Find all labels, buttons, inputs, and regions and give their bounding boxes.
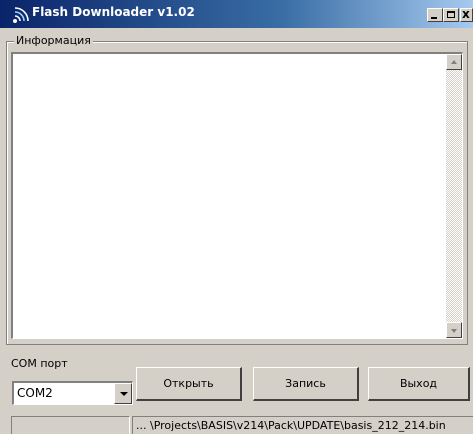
chevron-down-icon — [120, 392, 128, 396]
open-button[interactable]: Открыть — [136, 367, 242, 401]
close-icon: x — [462, 7, 470, 21]
signal-waves-icon — [13, 7, 29, 23]
info-group-label: Информация — [14, 34, 93, 47]
title-bar[interactable]: Flash Downloader v1.02 x — [0, 0, 473, 28]
scroll-down-button[interactable] — [446, 322, 462, 338]
arrow-down-icon — [451, 329, 457, 333]
exit-button[interactable]: Выход — [368, 367, 470, 401]
maximize-icon — [447, 11, 455, 18]
minimize-button[interactable] — [427, 8, 443, 22]
vertical-scrollbar[interactable] — [446, 54, 462, 338]
com-port-dropdown-button[interactable] — [114, 383, 132, 404]
com-port-value: COM2 — [17, 386, 53, 400]
info-textarea[interactable] — [11, 52, 463, 339]
minimize-icon — [431, 17, 437, 19]
write-button[interactable]: Запись — [253, 367, 359, 401]
status-file-path: ... \Projects\BASIS\v214\Pack\UPDATE\bas… — [132, 416, 473, 434]
maximize-button[interactable] — [443, 8, 459, 22]
com-port-select[interactable]: COM2 — [12, 381, 133, 405]
status-panel-left — [11, 416, 130, 434]
arrow-up-icon — [451, 60, 457, 64]
scroll-up-button[interactable] — [446, 54, 462, 70]
window-title: Flash Downloader v1.02 — [32, 5, 195, 19]
com-port-label: COM порт — [11, 357, 68, 370]
close-button[interactable]: x — [460, 7, 473, 22]
